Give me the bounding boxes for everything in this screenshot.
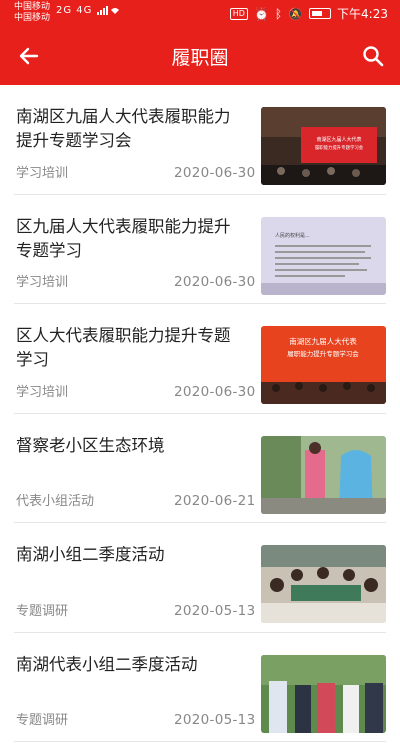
search-button[interactable]	[358, 41, 388, 71]
list-item[interactable]: 区人大代表履职能力提升专题学习 学习培训 2020-06-30 南湖区九届人大代…	[14, 304, 386, 414]
item-title: 区九届人大代表履职能力提升专题学习	[16, 216, 231, 260]
nav-bar: 履职圈	[0, 27, 400, 85]
item-date: 2020-05-13	[174, 712, 256, 728]
item-title: 区人大代表履职能力提升专题学习	[16, 326, 231, 369]
list-item[interactable]: 督察老小区生态环境 代表小组活动 2020-06-21	[14, 414, 386, 523]
item-date: 2020-06-30	[174, 274, 256, 290]
item-thumbnail: 南湖区九届人大代表 履职能力提升专题学习会	[261, 107, 386, 185]
item-date: 2020-05-13	[174, 602, 256, 619]
clock: 下午4:23	[337, 7, 388, 21]
battery-icon	[309, 8, 332, 19]
item-category: 专题调研	[16, 713, 69, 728]
item-date: 2020-06-30	[174, 164, 256, 181]
bluetooth-icon: ᛒ	[274, 6, 283, 21]
item-category: 学习培训	[16, 384, 69, 400]
item-thumbnail: 南湖区九届人大代表 履职能力提升专题学习会	[261, 326, 386, 404]
network-type: 2G 4G	[56, 5, 93, 16]
status-bar: 中国移动 中国移动 2G 4G HD ⏰ ᛒ 🔕 下午4:23	[0, 0, 400, 27]
thumb-text: 履职能力提升专题学习会	[315, 144, 364, 151]
item-date: 2020-06-30	[174, 383, 256, 400]
carrier-2: 中国移动	[14, 13, 51, 23]
list-item[interactable]: 南湖小组二季度活动 专题调研 2020-05-13	[14, 523, 386, 633]
carrier-label: 中国移动 中国移动	[14, 2, 50, 24]
item-category: 学习培训	[16, 165, 69, 181]
item-thumbnail	[261, 545, 386, 623]
signal-icon: 2G 4G	[56, 5, 127, 16]
list-item[interactable]: 区九届人大代表履职能力提升专题学习 学习培训 2020-06-30 人民的权利是…	[14, 195, 386, 304]
item-thumbnail	[261, 654, 386, 733]
item-title: 督察老小区生态环境	[16, 435, 165, 455]
list-item[interactable]: 南湖代表小组二季度活动 专题调研 2020-05-13	[14, 633, 386, 742]
hd-badge: HD	[229, 7, 248, 20]
carrier-1: 中国移动	[14, 2, 51, 12]
item-date: 2020-06-21	[174, 493, 256, 509]
thumb-text: 履职能力提升专题学习会	[287, 349, 359, 358]
item-title: 南湖小组二季度活动	[16, 545, 165, 564]
item-title: 南湖区九届人大代表履职能力提升专题学习会	[16, 107, 231, 150]
thumb-text: 人民的权利是...	[275, 232, 310, 239]
thumb-text: 南湖区九届人大代表	[316, 136, 361, 143]
alarm-icon: ⏰	[253, 6, 269, 21]
status-right: HD ⏰ ᛒ 🔕 下午4:23	[229, 5, 388, 22]
item-category: 专题调研	[16, 603, 69, 619]
item-thumbnail: 人民的权利是...	[261, 216, 386, 295]
page-title: 履职圈	[171, 47, 229, 69]
search-icon	[363, 46, 384, 67]
news-list: 南湖区九届人大代表履职能力提升专题学习会 学习培训 2020-06-30 南湖区…	[0, 85, 400, 742]
item-title: 南湖代表小组二季度活动	[16, 654, 198, 674]
mute-icon: 🔕	[288, 6, 304, 21]
wifi-icon	[96, 6, 119, 15]
item-category: 代表小组活动	[16, 494, 95, 509]
thumb-text: 南湖区九届人大代表	[289, 336, 357, 346]
item-thumbnail	[261, 435, 386, 514]
list-item[interactable]: 南湖区九届人大代表履职能力提升专题学习会 学习培训 2020-06-30 南湖区…	[14, 85, 386, 195]
item-category: 学习培训	[16, 275, 69, 290]
